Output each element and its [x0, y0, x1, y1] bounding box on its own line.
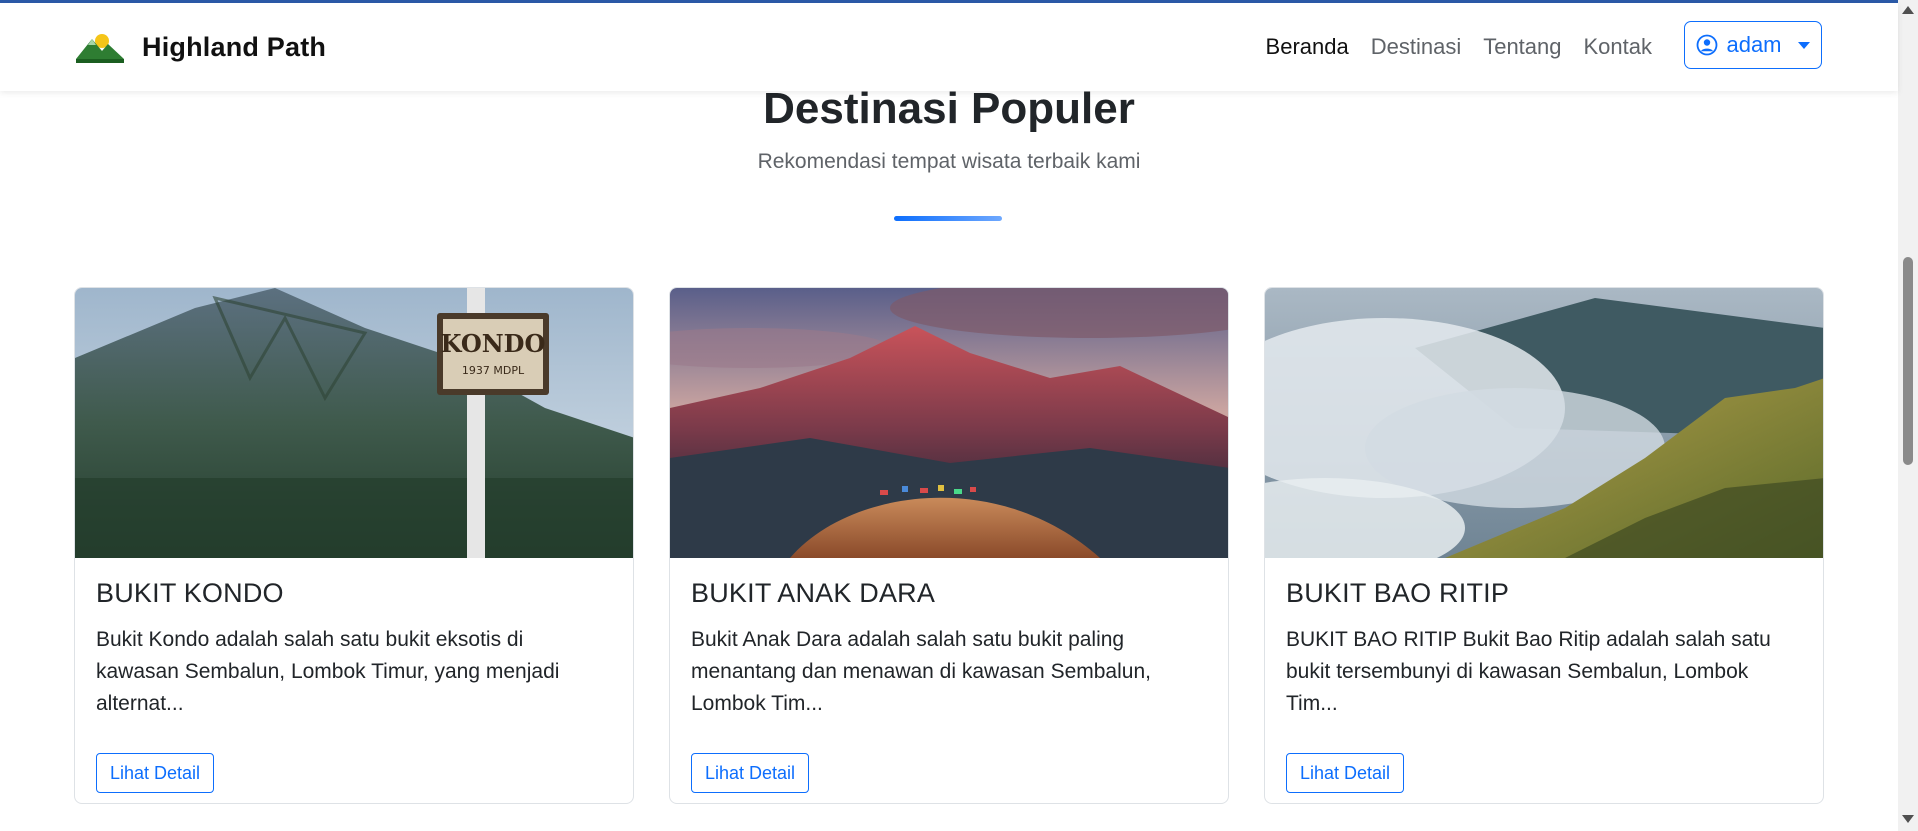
lihat-detail-button[interactable]: Lihat Detail	[1286, 753, 1404, 793]
nav-link-kontak[interactable]: Kontak	[1584, 34, 1653, 60]
scroll-down-arrow-icon[interactable]	[1902, 815, 1914, 823]
username-label: adam	[1726, 32, 1782, 57]
kondo-sign-label: KONDO	[441, 329, 546, 358]
mountain-logo-icon	[76, 34, 124, 63]
lihat-detail-button[interactable]: Lihat Detail	[96, 753, 214, 793]
card-title: BUKIT BAO RITIP	[1286, 578, 1510, 608]
section-title: Destinasi Populer	[763, 84, 1135, 133]
card-description: BUKIT BAO RITIP Bukit Bao Ritip adalah s…	[1286, 628, 1771, 715]
vertical-scrollbar[interactable]	[1898, 0, 1918, 831]
scroll-up-arrow-icon[interactable]	[1902, 6, 1914, 14]
nav-link-beranda[interactable]: Beranda	[1266, 34, 1349, 60]
user-circle-icon	[1697, 34, 1718, 56]
nav-links: Beranda Destinasi Tentang Kontak	[1266, 34, 1652, 60]
card-image-bukit-anak-dara	[670, 288, 1228, 558]
kondo-sign-sublabel: 1937 MDPL	[462, 364, 525, 377]
chevron-down-icon	[1797, 41, 1810, 49]
navbar: Highland Path Beranda Destinasi Tentang …	[0, 3, 1898, 91]
lihat-detail-button[interactable]: Lihat Detail	[691, 753, 809, 793]
destination-card-bukit-kondo: KONDO 1937 MDPL BUKIT KONDO Bukit Kondo …	[74, 287, 634, 804]
scrollbar-thumb[interactable]	[1903, 257, 1913, 465]
card-title: BUKIT KONDO	[96, 578, 284, 608]
card-image-bukit-bao-ritip	[1265, 288, 1823, 558]
user-menu-button[interactable]: adam	[1684, 21, 1822, 69]
section-divider	[894, 216, 1002, 221]
destination-card-bukit-bao-ritip: BUKIT BAO RITIP BUKIT BAO RITIP Bukit Ba…	[1264, 287, 1824, 804]
destination-card-bukit-anak-dara: BUKIT ANAK DARA Bukit Anak Dara adalah s…	[669, 287, 1229, 804]
brand[interactable]: Highland Path	[74, 29, 326, 65]
card-description: Bukit Kondo adalah salah satu bukit ekso…	[96, 628, 560, 715]
section-subtitle: Rekomendasi tempat wisata terbaik kami	[757, 150, 1141, 173]
card-image-bukit-kondo: KONDO 1937 MDPL	[75, 288, 633, 558]
card-description: Bukit Anak Dara adalah salah satu bukit …	[691, 628, 1151, 715]
brand-name: Highland Path	[142, 31, 327, 62]
nav-link-destinasi[interactable]: Destinasi	[1371, 34, 1461, 60]
card-title: BUKIT ANAK DARA	[691, 578, 936, 608]
nav-link-tentang[interactable]: Tentang	[1483, 34, 1561, 60]
